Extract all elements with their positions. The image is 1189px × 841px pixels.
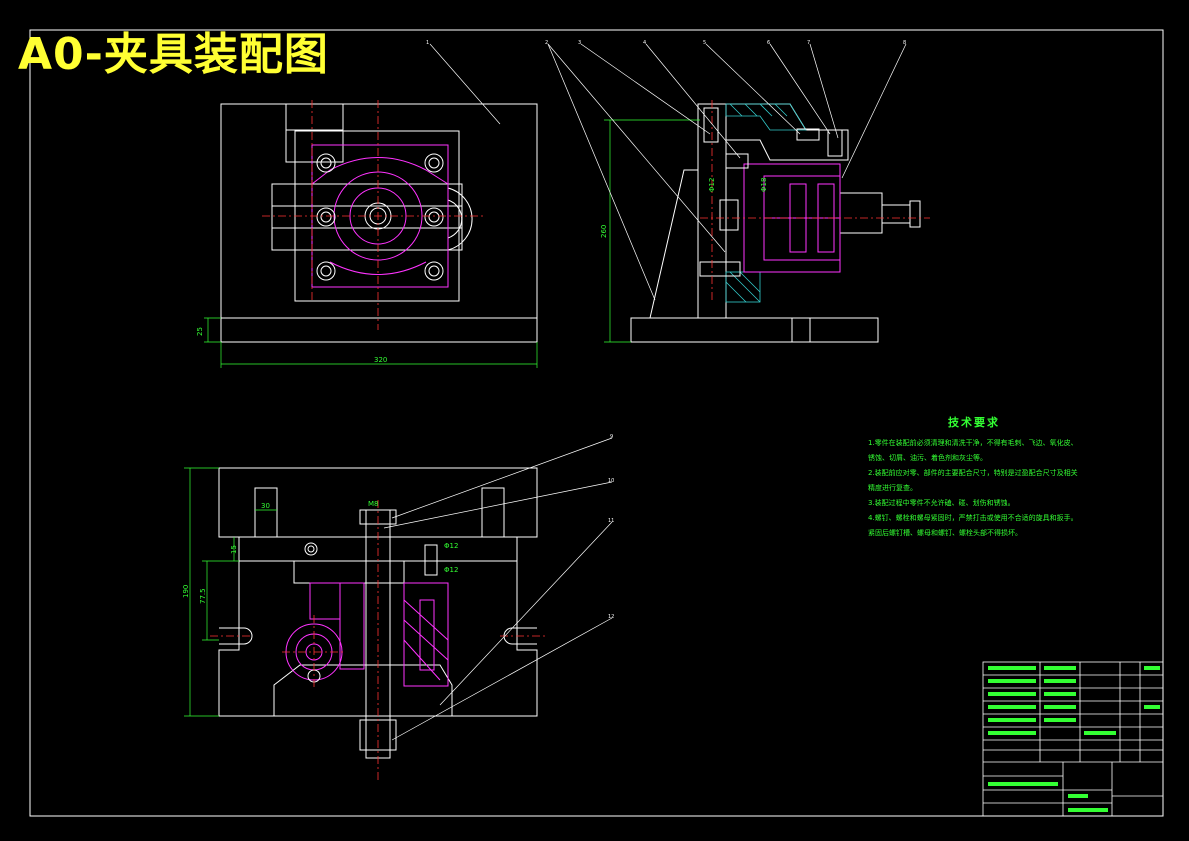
tech-requirement-line: 3.装配过程中零件不允许磕、碰、划伤和锈蚀。 [868,499,1015,507]
dim-bottom-top: 15 [230,545,238,554]
balloon-5: 5 [703,40,706,46]
drawing-sheet: 320 25 260 Φ12 Φ18 190 77.5 15 30 M8 Φ12… [29,29,1164,817]
dim-bottom-sub: 77.5 [199,588,207,604]
balloon-4: 4 [643,40,646,46]
bottom-view-centerlines [210,500,545,780]
dim-front-width: 320 [374,356,387,364]
dim-bottom-dia2: Φ12 [444,566,458,574]
balloon-8: 8 [903,40,906,46]
balloon-3: 3 [578,40,581,46]
balloon-11: 11 [608,518,614,524]
balloon-12: 12 [608,614,614,620]
dim-bottom-slot: 30 [261,502,270,510]
balloon-6: 6 [767,40,770,46]
bottom-view-parts [285,582,449,687]
front-view [220,103,538,343]
balloon-2: 2 [545,40,548,46]
tech-requirement-line: 紧固后螺钉槽、螺母和螺钉、螺栓头部不得损坏。 [868,529,1022,537]
dim-side-dia2: Φ18 [760,178,768,192]
front-view-dims [204,317,538,368]
tech-requirement-line: 1.零件在装配前必须清理和清洗干净，不得有毛刺、飞边、氧化皮、 [868,439,1078,447]
balloon-1: 1 [426,40,429,46]
tech-requirement-line: 锈蚀、切屑、油污、着色剂和灰尘等。 [868,454,987,462]
tech-requirements-heading: 技术要求 [948,416,1000,429]
dim-side-dia1: Φ12 [708,178,716,192]
dim-bottom-height: 190 [182,585,190,598]
side-view [630,103,921,343]
tech-requirements-list: 1.零件在装配前必须清理和清洗干净，不得有毛刺、飞边、氧化皮、 锈蚀、切屑、油污… [868,436,1118,541]
drawing-title: A0-夹具装配图 [18,29,329,80]
tech-requirement-line: 2.装配前应对零、部件的主要配合尺寸，特别是过盈配合尺寸及相关 [868,469,1078,477]
dim-front-base: 25 [196,327,204,336]
tech-requirement-line: 精度进行复查。 [868,484,917,492]
balloon-9: 9 [610,434,613,440]
dim-bottom-thread: M8 [368,500,379,508]
labels: 320 25 260 Φ12 Φ18 190 77.5 15 30 M8 Φ12… [182,178,768,604]
dim-bottom-dia1: Φ12 [444,542,458,550]
front-view-bolts [316,153,444,281]
tech-requirement-line: 4.螺钉、螺栓和螺母紧固时，严禁打击或使用不合适的旋具和扳手。 [868,514,1078,522]
balloons: 1 2 3 4 5 6 7 8 9 10 11 12 [426,40,906,620]
bottom-view-bolts [304,542,321,683]
dim-side-height: 260 [600,225,608,238]
balloon-10: 10 [608,478,614,484]
title-block [982,661,1164,817]
side-view-fasteners [699,107,843,277]
balloon-7: 7 [807,40,810,46]
